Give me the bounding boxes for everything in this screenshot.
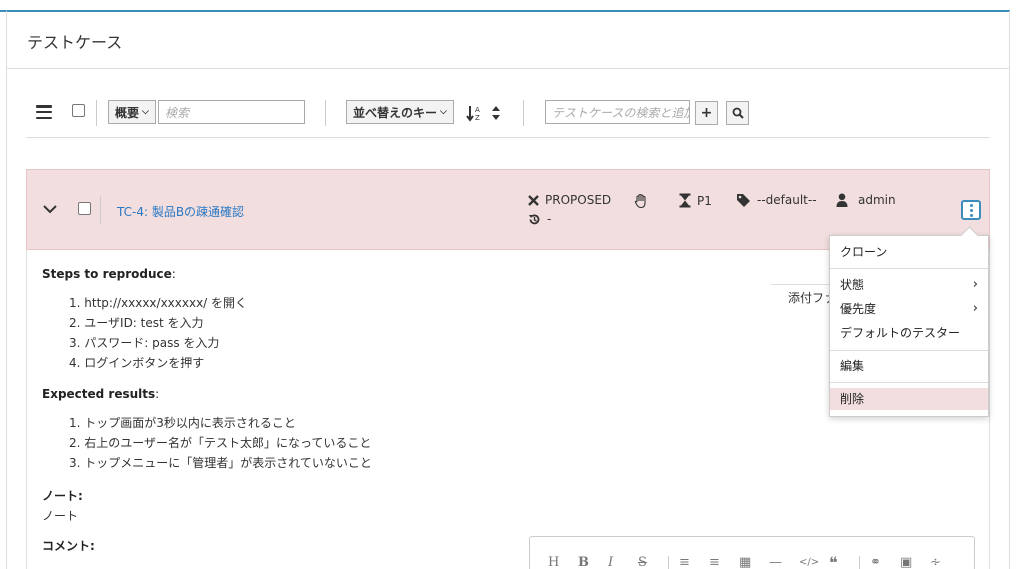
user-icon	[836, 193, 848, 207]
menu-item-label: 削除	[840, 392, 865, 406]
history-label: -	[547, 212, 552, 226]
list-item: 4. ログインボタンを押す	[69, 356, 205, 370]
expected-list: 1. トップ画面が3秒以内に表示されること 2. 右上のユーザー名が「テスト太郎…	[69, 413, 372, 473]
assignee-label: admin	[858, 193, 896, 207]
close-icon	[528, 194, 539, 206]
list-item: 2. 右上のユーザー名が「テスト太郎」になっていること	[69, 436, 372, 450]
testcase-title-link[interactable]: TC-4: 製品Bの疎通確認	[117, 203, 244, 220]
sort-direction-icon[interactable]: A Z	[466, 104, 484, 126]
divider	[830, 350, 988, 351]
quote-icon[interactable]: ❝	[829, 553, 859, 569]
menu-item-status[interactable]: 状態 ›	[830, 274, 988, 296]
bold-icon[interactable]: B	[578, 555, 608, 569]
menu-item-label: 状態	[840, 278, 865, 292]
menu-item-priority[interactable]: 優先度 ›	[830, 298, 988, 320]
expected-heading: Expected results:	[42, 387, 160, 401]
note-text: ノート	[42, 509, 79, 523]
link-icon[interactable]: ⚭	[870, 555, 900, 569]
table-icon[interactable]: ▦	[739, 555, 769, 569]
page-title: テストケース	[27, 33, 123, 52]
menu-item-delete[interactable]: 削除	[830, 388, 988, 410]
heading-icon[interactable]: H	[548, 555, 578, 569]
divider	[100, 196, 101, 224]
menu-item-label: デフォルトのテスター	[840, 326, 961, 340]
strikethrough-icon[interactable]: S	[638, 555, 668, 569]
list-item: 1. トップ画面が3秒以内に表示されること	[69, 416, 296, 430]
divider	[830, 268, 988, 269]
sort-key-label: 並べ替えのキー	[353, 105, 438, 120]
divider	[830, 382, 988, 383]
toolbar: 概要 ⌵ 検索 並べ替えのキー ⌵ A Z テストケースの検索と追加 +	[26, 96, 990, 138]
comment-heading: コメント:	[42, 539, 95, 553]
attach-icon[interactable]: ∻	[930, 555, 960, 569]
tag-label: --default--	[757, 193, 817, 207]
status-label: PROPOSED	[545, 193, 612, 207]
search-icon	[732, 107, 744, 119]
sort-key-select[interactable]: 並べ替えのキー ⌵	[346, 100, 454, 124]
status-badge[interactable]: PROPOSED	[528, 193, 611, 207]
history-info: -	[528, 212, 551, 226]
list-item: 1. http://xxxxx/xxxxxx/ を開く	[69, 296, 248, 310]
filter-field-label: 概要	[115, 105, 140, 120]
priority-badge[interactable]: P1	[679, 193, 712, 208]
divider	[859, 555, 860, 569]
chevron-down-icon: ⌵	[142, 107, 149, 117]
sort-toggle-icon[interactable]	[491, 105, 501, 125]
list-item: 2. ユーザID: test を入力	[69, 316, 204, 330]
assignee-badge[interactable]: admin	[836, 193, 896, 207]
menu-item-default-tester[interactable]: デフォルトのテスター	[830, 322, 988, 344]
list-item: 3. パスワード: pass を入力	[69, 336, 220, 350]
tag-icon	[737, 194, 750, 207]
search-button[interactable]	[726, 101, 749, 125]
steps-list: 1. http://xxxxx/xxxxxx/ を開く 2. ユーザID: te…	[69, 293, 247, 373]
image-icon[interactable]: ▣	[900, 555, 930, 569]
steps-heading: Steps to reproduce:	[42, 267, 176, 281]
more-options-button[interactable]	[961, 200, 981, 220]
panel-header: テストケース	[7, 11, 1009, 69]
list-item: 3. トップメニューに「管理者」が表示されていないこと	[69, 456, 372, 470]
hand-icon[interactable]	[633, 193, 649, 213]
menu-item-clone[interactable]: クローン	[830, 241, 988, 263]
svg-text:Z: Z	[475, 114, 480, 122]
horizontal-rule-icon[interactable]: —	[769, 555, 799, 569]
editor-toolbar: H B I S ≡ ≡ ▦ — </> ❝ ⚭ ▣ ∻	[548, 553, 960, 569]
menu-item-edit[interactable]: 編集	[830, 355, 988, 377]
filter-field-select[interactable]: 概要 ⌵	[108, 100, 156, 124]
code-icon[interactable]: </>	[799, 557, 829, 568]
comment-editor[interactable]: H B I S ≡ ≡ ▦ — </> ❝ ⚭ ▣ ∻	[529, 536, 975, 569]
filter-search-input[interactable]: 検索	[158, 100, 305, 124]
bullet-list-icon[interactable]: ≡	[709, 555, 739, 569]
menu-item-label: 編集	[840, 359, 865, 373]
divider	[523, 100, 524, 126]
plus-icon: +	[700, 105, 713, 121]
note-heading: ノート:	[42, 489, 83, 503]
italic-icon[interactable]: I	[608, 555, 638, 569]
priority-label: P1	[697, 193, 712, 208]
hourglass-icon	[679, 193, 691, 208]
ordered-list-icon[interactable]: ≡	[679, 555, 709, 569]
divider	[668, 555, 669, 569]
testcase-actions-menu: クローン 状態 › 優先度 › デフォルトのテスター 編集 削除	[829, 235, 989, 417]
select-all-checkbox[interactable]	[72, 104, 85, 117]
chevron-right-icon: ›	[972, 277, 978, 292]
svg-text:A: A	[475, 106, 480, 114]
chevron-down-icon: ⌵	[440, 107, 447, 117]
testcase-search-add-input[interactable]: テストケースの検索と追加	[545, 100, 690, 124]
testcase-checkbox[interactable]	[78, 202, 91, 215]
history-icon	[529, 214, 540, 224]
divider	[325, 100, 326, 126]
menu-icon[interactable]	[36, 105, 52, 119]
menu-item-label: 優先度	[840, 302, 877, 316]
divider	[96, 100, 97, 126]
chevron-down-icon[interactable]	[43, 203, 57, 218]
menu-item-label: クローン	[840, 245, 888, 259]
chevron-right-icon: ›	[972, 301, 978, 316]
tag-badge[interactable]: --default--	[736, 193, 817, 207]
add-testcase-button[interactable]: +	[695, 101, 718, 125]
